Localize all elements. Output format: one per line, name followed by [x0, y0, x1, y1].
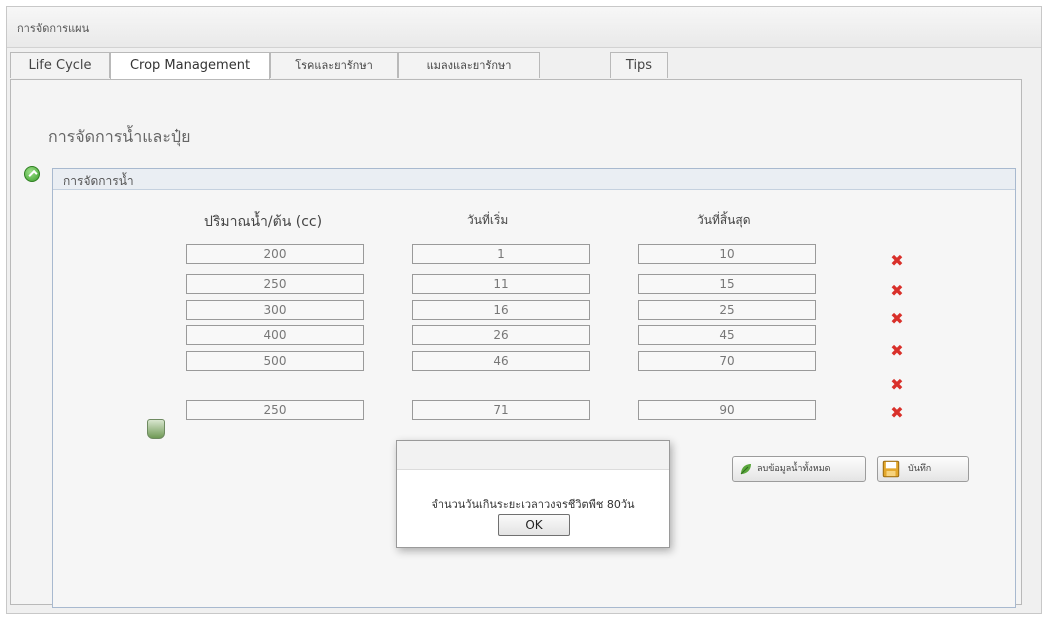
start-day-field[interactable]: 46 [412, 351, 590, 371]
water-bucket-icon[interactable] [147, 419, 165, 439]
dialog-message: จำนวนวันเกินระยะเวลาวงจรชีวิตพืช 80วัน [431, 498, 635, 511]
column-header-start: วันที่เริ่ม [467, 213, 509, 227]
dialog-titlebar [397, 441, 669, 470]
start-day-field[interactable]: 26 [412, 325, 590, 345]
save-label: บันทึก [908, 464, 932, 474]
section-title: การจัดการน้ำและปุ๋ย [48, 127, 191, 146]
group-header: การจัดการน้ำ [53, 169, 1015, 190]
column-header-amount: ปริมาณน้ำ/ต้น (cc) [204, 214, 323, 230]
ok-button[interactable]: OK [498, 514, 570, 536]
start-day-field[interactable]: 71 [412, 400, 590, 420]
column-header-end: วันที่สิ้นสุด [697, 213, 751, 227]
end-day-field[interactable]: 10 [638, 244, 816, 264]
group-title: การจัดการน้ำ [63, 174, 134, 188]
start-day-field[interactable]: 11 [412, 274, 590, 294]
delete-row-icon[interactable]: ✖ [889, 283, 905, 299]
amount-field[interactable]: 300 [186, 300, 364, 320]
green-expand-icon[interactable] [24, 166, 40, 182]
save-button[interactable]: บันทึก [877, 456, 969, 482]
start-day-field[interactable]: 16 [412, 300, 590, 320]
end-day-field[interactable]: 70 [638, 351, 816, 371]
tab-disease-treatment[interactable]: โรคและยารักษา [270, 52, 398, 78]
delete-row-icon[interactable]: ✖ [889, 311, 905, 327]
amount-field[interactable]: 200 [186, 244, 364, 264]
leaf-icon [740, 464, 751, 475]
amount-field[interactable]: 500 [186, 351, 364, 371]
tab-crop-management[interactable]: Crop Management [110, 52, 270, 80]
clear-water-data-label: ลบข้อมูลน้ำทั้งหมด [757, 464, 831, 474]
delete-row-icon[interactable]: ✖ [889, 377, 905, 393]
clear-water-data-button[interactable]: ลบข้อมูลน้ำทั้งหมด [732, 456, 866, 482]
end-day-field[interactable]: 45 [638, 325, 816, 345]
warning-dialog: จำนวนวันเกินระยะเวลาวงจรชีวิตพืช 80วัน O… [396, 440, 670, 548]
tab-tips[interactable]: Tips [610, 52, 668, 78]
end-day-field[interactable]: 25 [638, 300, 816, 320]
amount-field[interactable]: 250 [186, 400, 364, 420]
start-day-field[interactable]: 1 [412, 244, 590, 264]
end-day-field[interactable]: 90 [638, 400, 816, 420]
delete-row-icon[interactable]: ✖ [889, 343, 905, 359]
amount-field[interactable]: 400 [186, 325, 364, 345]
floppy-disk-icon [882, 460, 900, 478]
amount-field[interactable]: 250 [186, 274, 364, 294]
end-day-field[interactable]: 15 [638, 274, 816, 294]
delete-row-icon[interactable]: ✖ [889, 405, 905, 421]
delete-row-icon[interactable]: ✖ [889, 253, 905, 269]
window-titlebar: การจัดการแผน [7, 7, 1041, 48]
tab-insect-treatment[interactable]: แมลงและยารักษา [398, 52, 540, 78]
window-title: การจัดการแผน [17, 22, 90, 35]
tab-life-cycle[interactable]: Life Cycle [10, 52, 110, 78]
